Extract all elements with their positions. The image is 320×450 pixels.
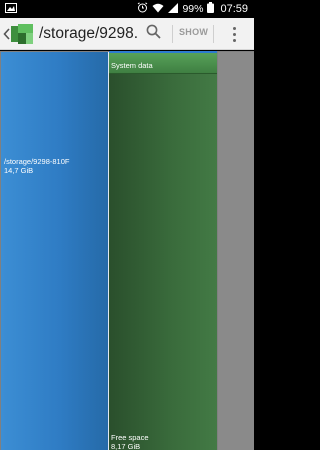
page-title: /storage/9298... [39,24,139,42]
storage-tile-name: /storage/9298-810F [4,157,70,166]
treemap-tile-free-space[interactable] [109,74,217,450]
system-tile-name: System data [111,61,153,70]
treemap-tile-other[interactable] [218,52,254,450]
storage-tile-size: 14,7 GiB [4,166,34,175]
free-tile-name: Free space [111,433,149,442]
action-bar: /storage/9298... SHOW [0,18,254,50]
overflow-menu-icon[interactable] [229,24,239,44]
accent-strip [109,51,217,53]
storage-treemap: /storage/9298-810F 14,7 GiB System data … [0,51,254,450]
status-left [5,2,17,16]
image-notification-icon [5,2,17,16]
clock: 07:59 [220,3,248,15]
app-logo-icon[interactable] [11,23,33,45]
free-tile-size: 8,17 GiB [111,442,141,450]
alarm-icon [137,2,148,16]
battery-percent: 99% [182,3,204,15]
treemap-tile-storage[interactable] [1,52,108,450]
show-button[interactable]: SHOW [179,27,208,37]
wifi-icon [152,3,164,16]
back-icon[interactable] [1,27,11,40]
toolbar-divider [172,25,173,43]
status-right: 99% 07:59 [137,2,248,16]
signal-icon [168,2,179,16]
toolbar-divider [213,25,214,43]
battery-icon [207,2,215,16]
status-bar: 99% 07:59 [0,0,254,18]
search-button[interactable] [143,24,163,44]
search-icon [146,24,161,44]
